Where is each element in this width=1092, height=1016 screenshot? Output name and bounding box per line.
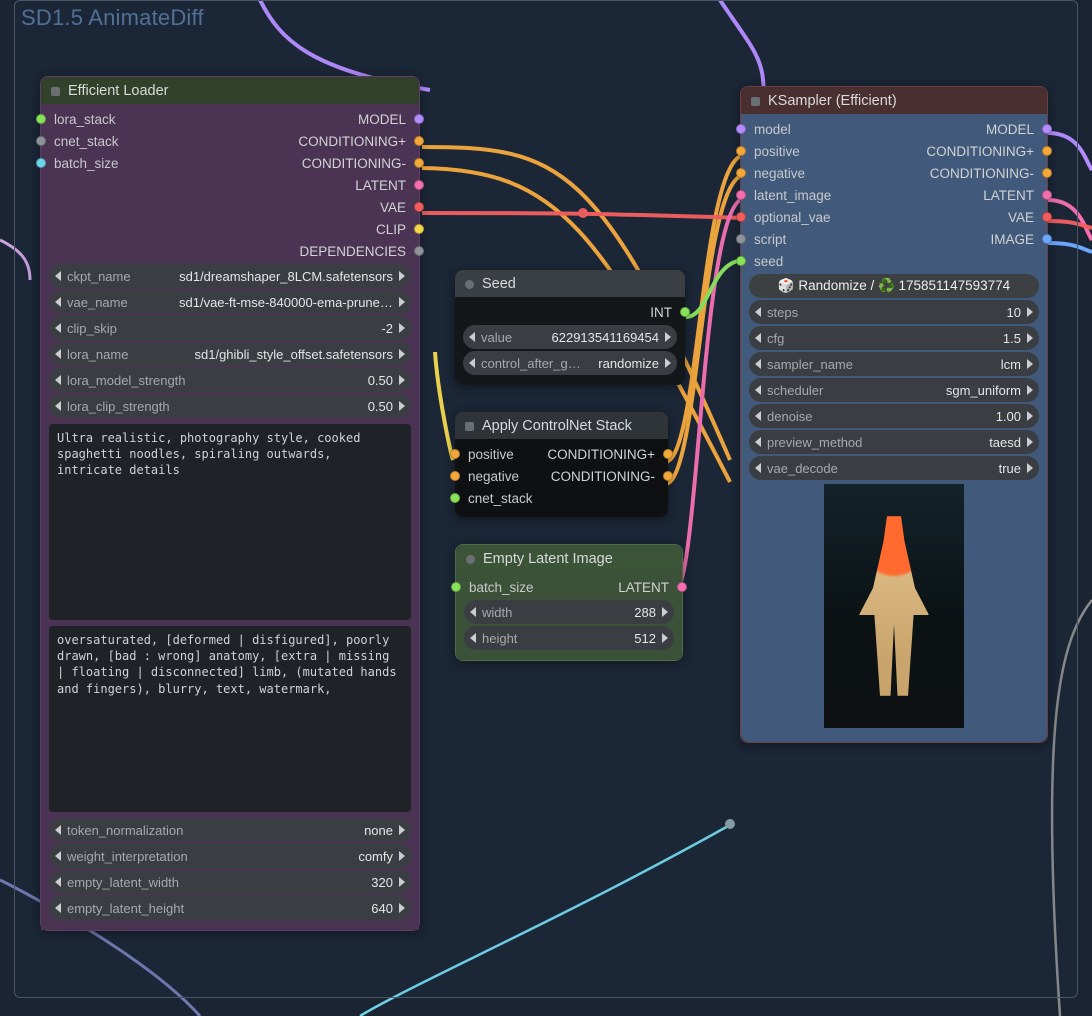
port-out-vae[interactable]: VAE xyxy=(380,200,409,215)
port-out-image[interactable]: IMAGE xyxy=(990,232,1037,247)
widget-seed-value[interactable]: value622913541169454 xyxy=(463,325,677,349)
port-in-batch-size[interactable]: batch_size xyxy=(51,156,119,171)
node-titlebar[interactable]: KSampler (Efficient) xyxy=(741,87,1047,114)
collapse-icon[interactable] xyxy=(51,87,60,96)
port-out-latent[interactable]: LATENT xyxy=(983,188,1037,203)
port-in-positive[interactable]: positive xyxy=(465,447,514,462)
port-out-clip[interactable]: CLIP xyxy=(376,222,409,237)
widget-lora-clip-strength[interactable]: lora_clip_strength0.50 xyxy=(49,394,411,418)
textbox-positive-prompt[interactable]: Ultra realistic, photography style, cook… xyxy=(49,424,411,620)
node-empty-latent-image[interactable]: Empty Latent Image batch_size LATENT wid… xyxy=(455,544,683,661)
port-in-model[interactable]: model xyxy=(751,122,791,137)
node-titlebar[interactable]: Efficient Loader xyxy=(41,77,419,104)
port-out-int[interactable]: INT xyxy=(650,305,675,320)
port-in-optional-vae[interactable]: optional_vae xyxy=(751,210,831,225)
widget-empty-latent-width[interactable]: empty_latent_width320 xyxy=(49,870,411,894)
widget-control-after-generate[interactable]: control_after_generaterandomize xyxy=(463,351,677,375)
port-out-model[interactable]: MODEL xyxy=(358,112,409,127)
node-seed[interactable]: Seed INT value622913541169454 control_af… xyxy=(455,270,685,385)
port-out-deps[interactable]: DEPENDENCIES xyxy=(299,244,409,259)
widget-cfg[interactable]: cfg1.5 xyxy=(749,326,1039,350)
node-title: Empty Latent Image xyxy=(483,551,613,567)
node-title: Seed xyxy=(482,276,516,292)
port-out-vae[interactable]: VAE xyxy=(1008,210,1037,225)
widget-vae-name[interactable]: vae_namesd1/vae-ft-mse-840000-ema-pruned… xyxy=(49,290,411,314)
port-out-cond-neg[interactable]: CONDITIONING- xyxy=(302,156,409,171)
node-efficient-loader[interactable]: Efficient Loader lora_stack MODEL cnet_s… xyxy=(40,76,420,931)
widget-lora-model-strength[interactable]: lora_model_strength0.50 xyxy=(49,368,411,392)
widget-seed-randomize[interactable]: 🎲 Randomize / ♻️ 175851147593774 xyxy=(749,274,1039,298)
widget-empty-latent-height[interactable]: empty_latent_height640 xyxy=(49,896,411,920)
collapse-icon[interactable] xyxy=(465,422,474,431)
collapse-icon[interactable] xyxy=(751,97,760,106)
port-out-model[interactable]: MODEL xyxy=(986,122,1037,137)
widget-weight-interpretation[interactable]: weight_interpretationcomfy xyxy=(49,844,411,868)
port-in-script[interactable]: script xyxy=(751,232,786,247)
collapse-icon[interactable] xyxy=(465,280,474,289)
preview-image xyxy=(824,484,964,728)
node-apply-controlnet-stack[interactable]: Apply ControlNet Stack positive CONDITIO… xyxy=(455,412,668,517)
widget-clip-skip[interactable]: clip_skip-2 xyxy=(49,316,411,340)
collapse-icon[interactable] xyxy=(466,555,475,564)
node-title: Efficient Loader xyxy=(68,83,169,99)
port-in-negative[interactable]: negative xyxy=(465,469,519,484)
node-title: KSampler (Efficient) xyxy=(768,93,897,109)
port-in-seed[interactable]: seed xyxy=(751,254,783,269)
node-titlebar[interactable]: Apply ControlNet Stack xyxy=(455,412,668,439)
widget-token-normalization[interactable]: token_normalizationnone xyxy=(49,818,411,842)
port-out-cond-pos[interactable]: CONDITIONING+ xyxy=(298,134,409,149)
widget-denoise[interactable]: denoise1.00 xyxy=(749,404,1039,428)
port-in-negative[interactable]: negative xyxy=(751,166,805,181)
port-in-latent-image[interactable]: latent_image xyxy=(751,188,831,203)
widget-vae-decode[interactable]: vae_decodetrue xyxy=(749,456,1039,480)
port-in-cnet-stack[interactable]: cnet_stack xyxy=(51,134,119,149)
port-out-latent[interactable]: LATENT xyxy=(618,580,672,595)
widget-preview-method[interactable]: preview_methodtaesd xyxy=(749,430,1039,454)
node-title: Apply ControlNet Stack xyxy=(482,418,632,434)
widget-steps[interactable]: steps10 xyxy=(749,300,1039,324)
port-out-cond-neg[interactable]: CONDITIONING- xyxy=(930,166,1037,181)
widget-lora-name[interactable]: lora_namesd1/ghibli_style_offset.safeten… xyxy=(49,342,411,366)
widget-ckpt-name[interactable]: ckpt_namesd1/dreamshaper_8LCM.safetensor… xyxy=(49,264,411,288)
widget-scheduler[interactable]: schedulersgm_uniform xyxy=(749,378,1039,402)
widget-height[interactable]: height512 xyxy=(464,626,674,650)
group-title[interactable]: SD1.5 AnimateDiff xyxy=(15,1,1077,39)
port-out-cond-pos[interactable]: CONDITIONING+ xyxy=(926,144,1037,159)
preview-figure xyxy=(859,516,929,696)
port-in-lora-stack[interactable]: lora_stack xyxy=(51,112,116,127)
port-out-cond-neg[interactable]: CONDITIONING- xyxy=(551,469,658,484)
port-out-cond-pos[interactable]: CONDITIONING+ xyxy=(547,447,658,462)
port-out-latent[interactable]: LATENT xyxy=(355,178,409,193)
port-in-cnet-stack[interactable]: cnet_stack xyxy=(465,491,533,506)
widget-sampler-name[interactable]: sampler_namelcm xyxy=(749,352,1039,376)
port-in-positive[interactable]: positive xyxy=(751,144,800,159)
port-in-batch-size[interactable]: batch_size xyxy=(466,580,534,595)
node-titlebar[interactable]: Empty Latent Image xyxy=(456,545,682,572)
node-titlebar[interactable]: Seed xyxy=(455,270,685,297)
widget-width[interactable]: width288 xyxy=(464,600,674,624)
textbox-negative-prompt[interactable]: oversaturated, [deformed | disfigured], … xyxy=(49,626,411,812)
node-ksampler-efficient[interactable]: KSampler (Efficient) model MODEL positive… xyxy=(740,86,1048,743)
